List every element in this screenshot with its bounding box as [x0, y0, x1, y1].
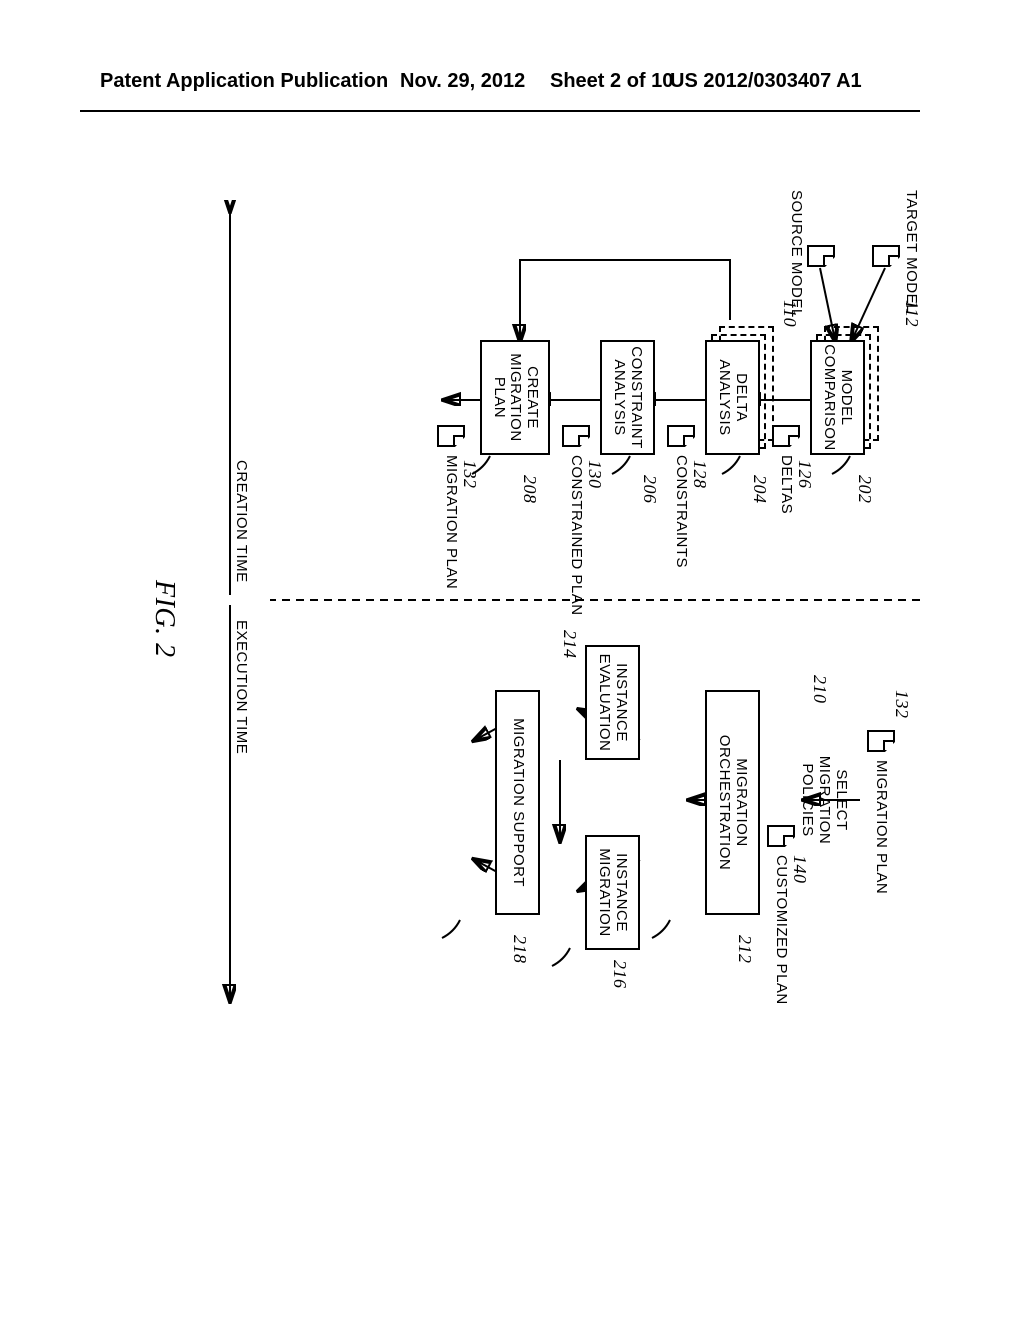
customized-plan-label: CUSTOMIZED PLAN	[773, 855, 790, 1005]
migration-plan-label: MIGRATION PLAN	[443, 455, 460, 589]
figure-stage: TARGET MODEL 112 SOURCE MODEL 110 MODEL …	[20, 200, 920, 1020]
model-comparison-label: MODEL COMPARISON	[821, 344, 854, 450]
create-migration-plan-label: CREATE MIGRATION PLAN	[490, 353, 540, 441]
instance-evaluation-box: INSTANCE EVALUATION	[585, 645, 640, 760]
constraint-analysis-box: CONSTRAINT ANALYSIS	[600, 340, 655, 455]
ref-140: 140	[789, 855, 810, 884]
header-pubno: US 2012/0303407 A1	[670, 70, 862, 93]
constraints-label: CONSTRAINTS	[673, 455, 690, 568]
ref-208: 208	[519, 475, 540, 504]
ref-216: 216	[609, 960, 630, 989]
customized-plan-icon	[767, 825, 795, 847]
deltas-label: DELTAS	[778, 455, 795, 514]
source-model-icon	[807, 245, 835, 267]
ref-204: 204	[749, 475, 770, 504]
header-sheet: Sheet 2 of 10	[550, 70, 673, 93]
constraints-icon	[667, 425, 695, 447]
model-comparison-box: MODEL COMPARISON	[810, 340, 865, 455]
ref-128: 128	[689, 460, 710, 489]
instance-evaluation-label: INSTANCE EVALUATION	[596, 654, 629, 752]
ref-132b: 132	[891, 690, 912, 719]
ref-126: 126	[794, 460, 815, 489]
execution-time-label: EXECUTION TIME	[233, 620, 250, 754]
ref-218: 218	[509, 935, 530, 964]
migration-support-box: MIGRATION SUPPORT	[495, 690, 540, 915]
migration-orchestration-box: MIGRATION ORCHESTRATION	[705, 690, 760, 915]
ref-214: 214	[559, 630, 580, 659]
ref-112: 112	[901, 300, 922, 327]
ref-132: 132	[459, 460, 480, 489]
ref-130: 130	[584, 460, 605, 489]
ref-210: 210	[809, 675, 830, 704]
creation-time-label: CREATION TIME	[233, 460, 250, 583]
constrained-plan-label: CONSTRAINED PLAN	[568, 455, 585, 616]
instance-migration-label: INSTANCE MIGRATION	[596, 848, 629, 936]
ref-212: 212	[734, 935, 755, 964]
ref-202: 202	[854, 475, 875, 504]
constraint-analysis-label: CONSTRAINT ANALYSIS	[611, 346, 644, 449]
header-date: Nov. 29, 2012	[400, 70, 525, 93]
migration-plan-icon	[437, 425, 465, 447]
delta-analysis-label: DELTA ANALYSIS	[716, 359, 749, 435]
header-rule	[80, 110, 920, 112]
ref-110: 110	[779, 300, 800, 327]
delta-analysis-box: DELTA ANALYSIS	[705, 340, 760, 455]
instance-migration-box: INSTANCE MIGRATION	[585, 835, 640, 950]
target-model-icon	[872, 245, 900, 267]
figure-number: FIG. 2	[148, 580, 180, 658]
select-migration-policies-label: SELECT MIGRATION POLICIES	[799, 755, 850, 845]
source-model-label: SOURCE MODEL	[788, 190, 805, 318]
migration-plan-top-label: MIGRATION PLAN	[873, 760, 890, 894]
ref-206: 206	[639, 475, 660, 504]
create-migration-plan-box: CREATE MIGRATION PLAN	[480, 340, 550, 455]
deltas-icon	[772, 425, 800, 447]
constrained-plan-icon	[562, 425, 590, 447]
header-left: Patent Application Publication	[100, 70, 388, 93]
migration-orchestration-label: MIGRATION ORCHESTRATION	[716, 735, 749, 870]
migration-plan-top-icon	[867, 730, 895, 752]
migration-support-label: MIGRATION SUPPORT	[509, 718, 526, 887]
target-model-label: TARGET MODEL	[903, 190, 920, 313]
